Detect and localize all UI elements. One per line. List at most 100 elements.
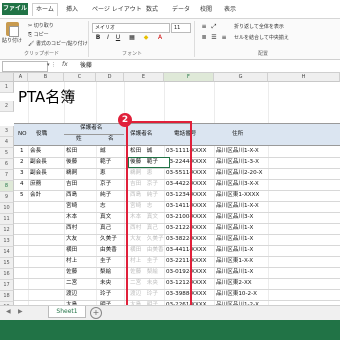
prev-sheet-icon[interactable]: ◀ (6, 308, 11, 315)
wrap-text-button[interactable]: 折り返して全体を表示 (234, 23, 284, 30)
copy-label: コピー (33, 32, 49, 38)
tab-home[interactable]: ホーム (32, 3, 58, 16)
italic-button[interactable]: I (104, 34, 112, 42)
sheet-tab-sheet1[interactable]: Sheet1 (48, 306, 86, 318)
row-header-10[interactable]: 10 (0, 203, 14, 214)
paste-button[interactable]: 貼り付け (2, 22, 23, 46)
format-painter-label: 書式のコピー/貼り付け (35, 41, 88, 47)
row-header-3[interactable]: 3 (0, 126, 14, 137)
row-header-7[interactable]: 7 (0, 170, 14, 181)
divider (88, 21, 89, 57)
row-header-14[interactable]: 14 (0, 247, 14, 258)
cell-last-name: 大友 (66, 236, 78, 242)
row-header-2[interactable]: 2 (0, 101, 14, 112)
cell-address: 品川区東1-XXXX (216, 192, 260, 198)
column-header-d[interactable]: D (96, 73, 124, 82)
align-left-icon[interactable]: ≣ (200, 34, 208, 42)
merge-center-button[interactable]: セルを結合して中央揃え (234, 34, 289, 41)
sheet-title: PTA名簿 (18, 88, 76, 106)
cell-role: 副会長 (30, 170, 47, 176)
cell-first-name: 真文 (100, 214, 112, 220)
cell-no: 5 (20, 192, 24, 198)
row-header-5[interactable]: 5 (0, 148, 14, 159)
cell-role: 庶務 (30, 181, 42, 187)
align-center-icon[interactable]: ☰ (210, 34, 218, 42)
column-header-a[interactable]: A (14, 73, 28, 82)
select-all-corner[interactable] (0, 73, 14, 82)
cell-last-name: 西村 (66, 225, 78, 231)
row-header-11[interactable]: 11 (0, 214, 14, 225)
cell-address: 品川区品川1-X (216, 225, 254, 231)
grid-vline (214, 82, 215, 305)
insert-function-icon[interactable]: fx (62, 61, 68, 68)
align-top-icon[interactable]: ≡ (200, 23, 208, 31)
row-header-18[interactable]: 18 (0, 291, 14, 302)
cell-first-name: 梨絵 (100, 269, 112, 275)
bold-button[interactable]: B (94, 34, 102, 42)
column-header-f[interactable]: F (164, 73, 214, 82)
format-painter-button[interactable]: 🖌 書式のコピー/貼り付け (28, 40, 88, 47)
row-header-9[interactable]: 9 (0, 192, 14, 203)
header-role: 役職 (36, 131, 48, 137)
cell-last-name: 佐藤 (66, 269, 78, 275)
cell-first-name: 純子 (100, 192, 112, 198)
tab-data[interactable]: データ (172, 4, 190, 16)
cell-address: 品川区東10-2-X (216, 291, 257, 297)
tab-formulas[interactable]: 数式 (146, 4, 158, 16)
cell-first-name: 京子 (100, 181, 112, 187)
row-header-13[interactable]: 13 (0, 236, 14, 247)
name-box-dropdown-icon[interactable]: ▾ ⋮ (47, 62, 56, 68)
row-header-17[interactable]: 17 (0, 280, 14, 291)
header-guardian-group: 保護者名 (80, 125, 103, 131)
tab-page-layout[interactable]: ページ レイアウト (92, 4, 142, 16)
tab-insert[interactable]: 挿入 (66, 4, 78, 16)
cell-last-name: 二宮 (66, 280, 78, 286)
clipboard-icon (6, 22, 19, 37)
header-last-name: 姓 (76, 136, 82, 142)
row-header-12[interactable]: 12 (0, 225, 14, 236)
formula-input[interactable]: 後藤 (80, 61, 330, 70)
tab-view[interactable]: 表示 (224, 4, 236, 16)
grid-vline (64, 82, 65, 305)
cell-last-name: 村上 (66, 258, 78, 264)
table-border (64, 134, 124, 135)
row-header-8[interactable]: 8 (0, 181, 14, 192)
cell-address: 品川区品川1-X-X (216, 203, 259, 209)
next-sheet-icon[interactable]: ▶ (18, 308, 23, 315)
row-header-1[interactable]: 1 (0, 82, 14, 93)
tab-review[interactable]: 校閲 (200, 4, 212, 16)
orientation-icon[interactable]: ⤢ (210, 23, 218, 31)
cell-first-name: 圭子 (100, 258, 112, 264)
column-header-h[interactable]: H (268, 73, 340, 82)
fill-color-icon[interactable]: ◆ (142, 34, 150, 42)
cut-button[interactable]: ✂ 切り取り (28, 22, 54, 29)
column-header-g[interactable]: G (214, 73, 268, 82)
tab-file[interactable]: ファイル (2, 3, 28, 15)
cell-last-name: 横田 (66, 247, 78, 253)
row-header-16[interactable]: 16 (0, 269, 14, 280)
cell-first-name: 由美香 (100, 247, 117, 253)
cell-address: 品川区東1-X-X (216, 258, 254, 264)
cell-last-name: 後藤 (66, 159, 78, 165)
font-name-select[interactable]: メイリオ (92, 23, 170, 33)
copy-button[interactable]: ⎘ コピー (28, 31, 49, 38)
add-sheet-icon[interactable]: + (90, 307, 102, 319)
column-header-e[interactable]: E (124, 73, 164, 82)
row-header-15[interactable]: 15 (0, 258, 14, 269)
cell-no: 3 (20, 170, 24, 176)
cell-first-name: 誠 (100, 148, 106, 154)
underline-button[interactable]: U (114, 34, 122, 42)
row-header-4[interactable]: 4 (0, 137, 14, 148)
cell-first-name: 未央 (100, 280, 112, 286)
cell-role: 会長 (30, 148, 42, 154)
borders-icon[interactable]: ▦ (128, 34, 136, 42)
row-header-6[interactable]: 6 (0, 159, 14, 170)
align-right-icon[interactable]: ≡ (220, 34, 228, 42)
font-color-icon[interactable]: A (156, 34, 164, 42)
column-header-c[interactable]: C (64, 73, 96, 82)
worksheet-grid[interactable]: ABCDEFGH 1234567891011121314151617181920… (0, 73, 340, 305)
column-header-b[interactable]: B (28, 73, 64, 82)
name-box[interactable] (2, 61, 48, 72)
header-first-name: 名 (108, 136, 114, 142)
font-size-select[interactable]: 11 (171, 23, 191, 33)
